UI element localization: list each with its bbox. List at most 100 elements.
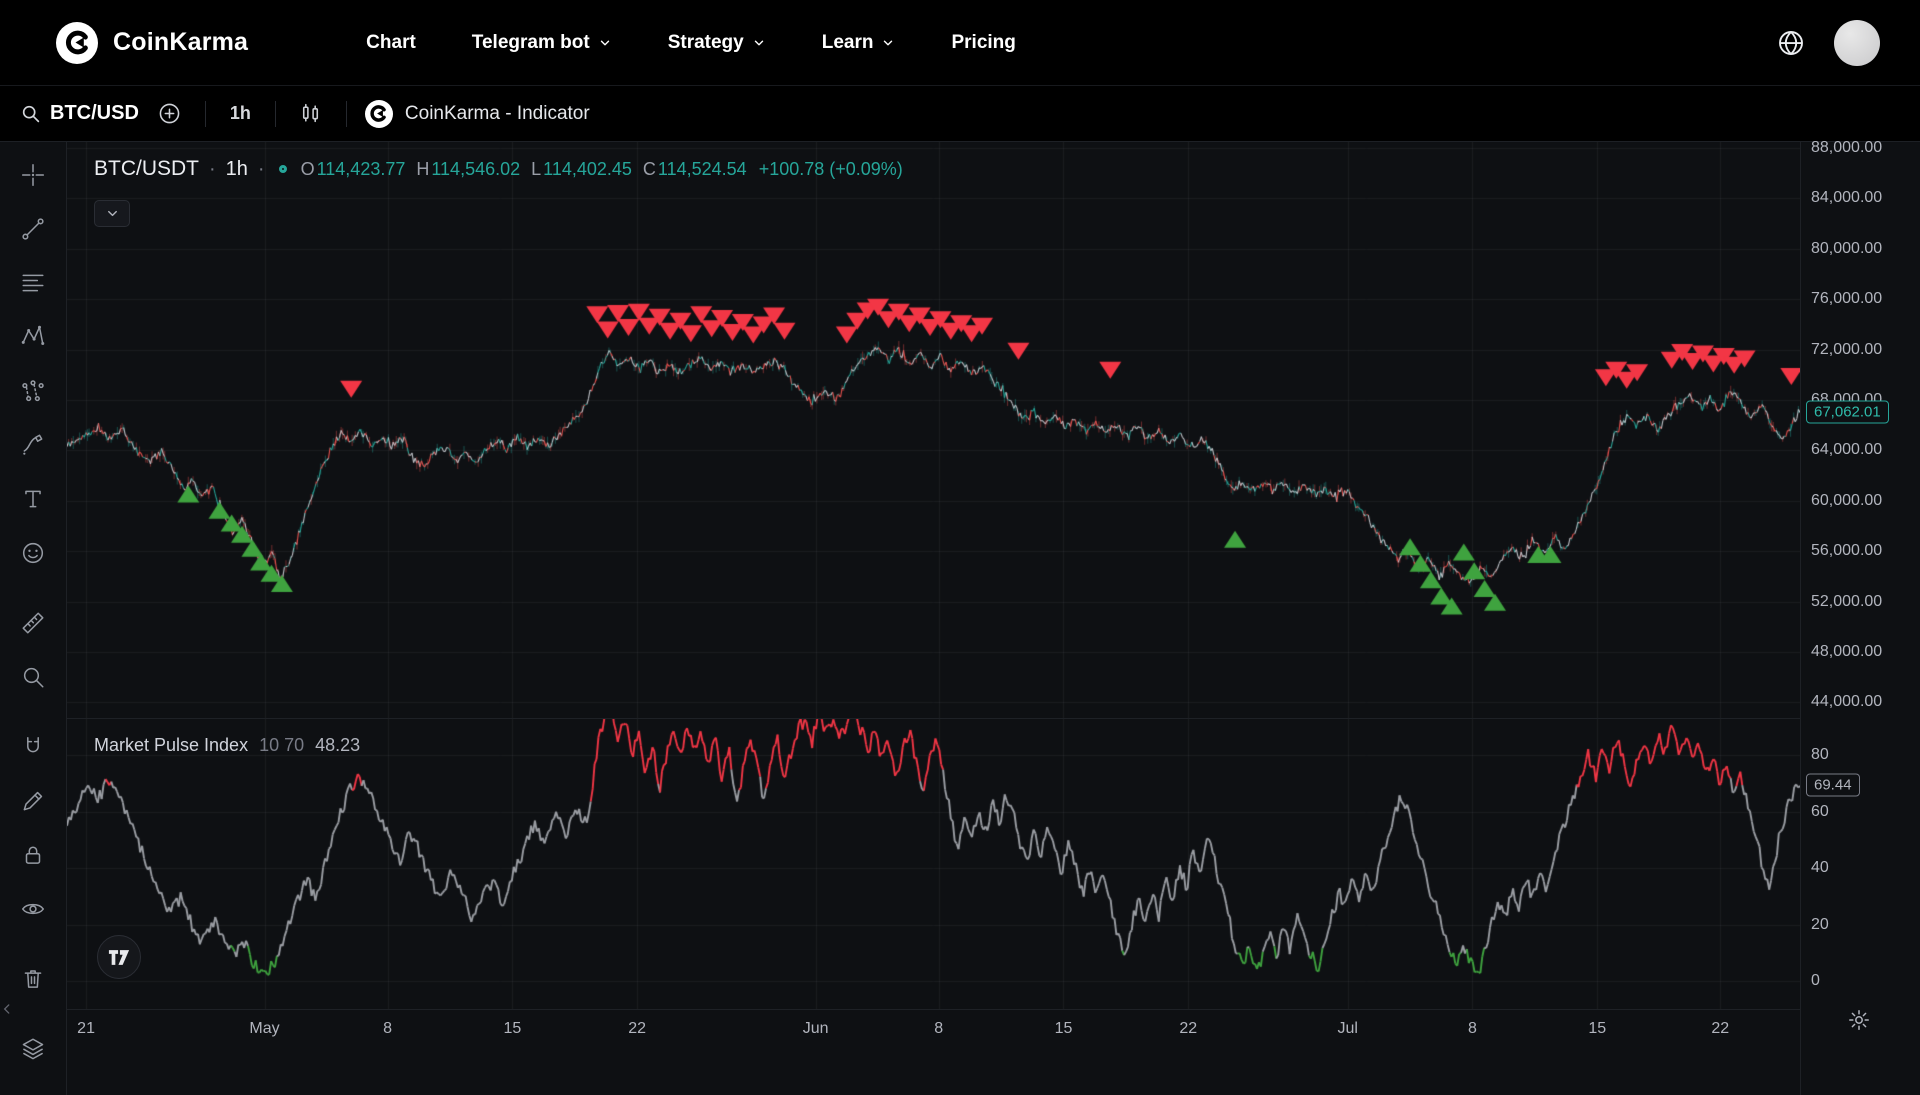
divider xyxy=(346,101,347,127)
legend-symbol: BTC/USDT xyxy=(94,157,199,181)
nav-item-chart[interactable]: Chart xyxy=(366,32,416,54)
chart-column: BTC/USDT · 1h · O114,423.77 H114,546.02 … xyxy=(67,142,1800,1095)
legend-change: +100.78 (+0.09%) xyxy=(759,159,903,180)
chart-style-button[interactable] xyxy=(294,97,328,131)
tradingview-icon xyxy=(108,949,130,966)
main-nav: Chart Telegram bot Strategy Learn Pricin… xyxy=(366,32,1016,54)
tool-text-icon[interactable] xyxy=(11,477,55,521)
chart-workspace: BTC/USDT · 1h · O114,423.77 H114,546.02 … xyxy=(0,142,1920,1095)
toolbar-collapse-button[interactable] xyxy=(0,1002,14,1021)
price-axis-tick: 76,000.00 xyxy=(1811,290,1882,308)
last-price-label: 67,062.01 xyxy=(1806,400,1889,423)
legend-separator: · xyxy=(258,158,265,181)
tool-crosshair-icon[interactable] xyxy=(11,153,55,197)
chevron-down-icon xyxy=(105,206,120,221)
divider xyxy=(205,101,206,127)
time-axis-tick: 22 xyxy=(1179,1020,1197,1038)
tool-emoji-icon[interactable] xyxy=(11,531,55,575)
price-axis-tick: 52,000.00 xyxy=(1811,593,1882,611)
tool-forecast-icon[interactable] xyxy=(11,369,55,413)
tool-lock-icon[interactable] xyxy=(11,833,55,877)
brand-name: CoinKarma xyxy=(113,28,248,57)
open-label: O xyxy=(301,159,315,180)
time-axis-tick: 8 xyxy=(934,1020,943,1038)
chevron-down-icon xyxy=(881,36,895,50)
mpi-chart-canvas[interactable] xyxy=(67,719,1800,1009)
tool-xabcd-pattern-icon[interactable] xyxy=(11,315,55,359)
tool-trash-icon[interactable] xyxy=(11,957,55,1001)
nav-label: Chart xyxy=(366,32,416,54)
mpi-value: 48.23 xyxy=(315,735,360,756)
time-axis-tick: Jul xyxy=(1337,1020,1357,1038)
price-pane: BTC/USDT · 1h · O114,423.77 H114,546.02 … xyxy=(67,142,1800,718)
legend-separator: · xyxy=(209,158,216,181)
low-value: 114,402.45 xyxy=(543,159,632,180)
search-icon xyxy=(20,103,41,124)
price-axis-tick: 88,000.00 xyxy=(1811,139,1882,157)
mpi-params: 10 70 xyxy=(259,735,304,756)
tool-eye-icon[interactable] xyxy=(11,887,55,931)
nav-item-pricing[interactable]: Pricing xyxy=(951,32,1015,54)
price-axis-tick: 72,000.00 xyxy=(1811,341,1882,359)
legend-interval: 1h xyxy=(226,158,248,181)
language-globe-icon[interactable] xyxy=(1776,28,1806,58)
mpi-axis-tick: 60 xyxy=(1811,803,1829,821)
tool-edit-icon[interactable] xyxy=(11,779,55,823)
user-avatar[interactable] xyxy=(1834,20,1880,66)
tool-layers-icon[interactable] xyxy=(11,1027,55,1071)
chevron-left-icon xyxy=(0,1002,14,1016)
tool-zoom-icon[interactable] xyxy=(11,655,55,699)
price-axis[interactable]: 67,062.01 69.44 88,000.0084,000.0080,000… xyxy=(1800,142,1920,1095)
coinkarma-logo-icon xyxy=(365,100,393,128)
time-axis-tick: 22 xyxy=(1711,1020,1729,1038)
price-axis-tick: 60,000.00 xyxy=(1811,492,1882,510)
compare-add-button[interactable] xyxy=(153,97,187,131)
nav-item-strategy[interactable]: Strategy xyxy=(668,32,766,54)
symbol-label: BTC/USD xyxy=(50,102,139,125)
top-nav: CoinKarma Chart Telegram bot Strategy Le… xyxy=(0,0,1920,86)
price-chart-canvas[interactable] xyxy=(67,142,1800,718)
price-axis-tick: 56,000.00 xyxy=(1811,542,1882,560)
price-axis-tick: 48,000.00 xyxy=(1811,643,1882,661)
nav-item-learn[interactable]: Learn xyxy=(822,32,896,54)
price-axis-tick: 64,000.00 xyxy=(1811,441,1882,459)
tool-brush-icon[interactable] xyxy=(11,423,55,467)
chart-toolbar: BTC/USD 1h CoinKarma - Indicator xyxy=(0,86,1920,142)
price-axis-tick: 80,000.00 xyxy=(1811,240,1882,258)
mpi-pane: Market Pulse Index 10 70 48.23 xyxy=(67,718,1800,1009)
mpi-axis-tick: 80 xyxy=(1811,746,1829,764)
nav-label: Strategy xyxy=(668,32,744,54)
ohlc-values: O114,423.77 H114,546.02 L114,402.45 C114… xyxy=(301,159,747,180)
interval-button[interactable]: 1h xyxy=(224,103,257,124)
mpi-last-value-label: 69.44 xyxy=(1806,773,1860,796)
nav-label: Telegram bot xyxy=(472,32,590,54)
legend-expand-button[interactable] xyxy=(94,200,130,227)
plus-circle-icon xyxy=(157,101,182,126)
time-axis-tick: 8 xyxy=(1468,1020,1477,1038)
time-axis-tick: 15 xyxy=(1588,1020,1606,1038)
nav-label: Pricing xyxy=(951,32,1015,54)
chart-legend[interactable]: BTC/USDT · 1h · O114,423.77 H114,546.02 … xyxy=(94,157,903,181)
indicator-banner[interactable]: CoinKarma - Indicator xyxy=(365,100,590,128)
drawing-toolbar xyxy=(0,142,67,1095)
tool-magnet-icon[interactable] xyxy=(11,725,55,769)
candlestick-icon xyxy=(298,101,323,126)
brand[interactable]: CoinKarma xyxy=(56,22,248,64)
coinkarma-logo-icon xyxy=(56,22,98,64)
tool-ruler-icon[interactable] xyxy=(11,601,55,645)
open-value: 114,423.77 xyxy=(317,159,406,180)
symbol-search-button[interactable]: BTC/USD xyxy=(16,102,143,125)
mpi-axis-tick: 0 xyxy=(1811,972,1820,990)
mpi-axis-tick: 20 xyxy=(1811,916,1829,934)
close-value: 114,524.54 xyxy=(658,159,747,180)
mpi-legend[interactable]: Market Pulse Index 10 70 48.23 xyxy=(94,735,360,756)
nav-item-telegram-bot[interactable]: Telegram bot xyxy=(472,32,612,54)
price-axis-tick: 44,000.00 xyxy=(1811,693,1882,711)
tradingview-logo[interactable] xyxy=(97,935,141,979)
time-axis[interactable]: 21May81522Jun81522Jul81522 xyxy=(67,1009,1800,1050)
tool-trend-line-icon[interactable] xyxy=(11,207,55,251)
settings-gear-icon[interactable] xyxy=(1847,1008,1871,1037)
high-label: H xyxy=(416,159,429,180)
divider xyxy=(275,101,276,127)
tool-fib-retracement-icon[interactable] xyxy=(11,261,55,305)
